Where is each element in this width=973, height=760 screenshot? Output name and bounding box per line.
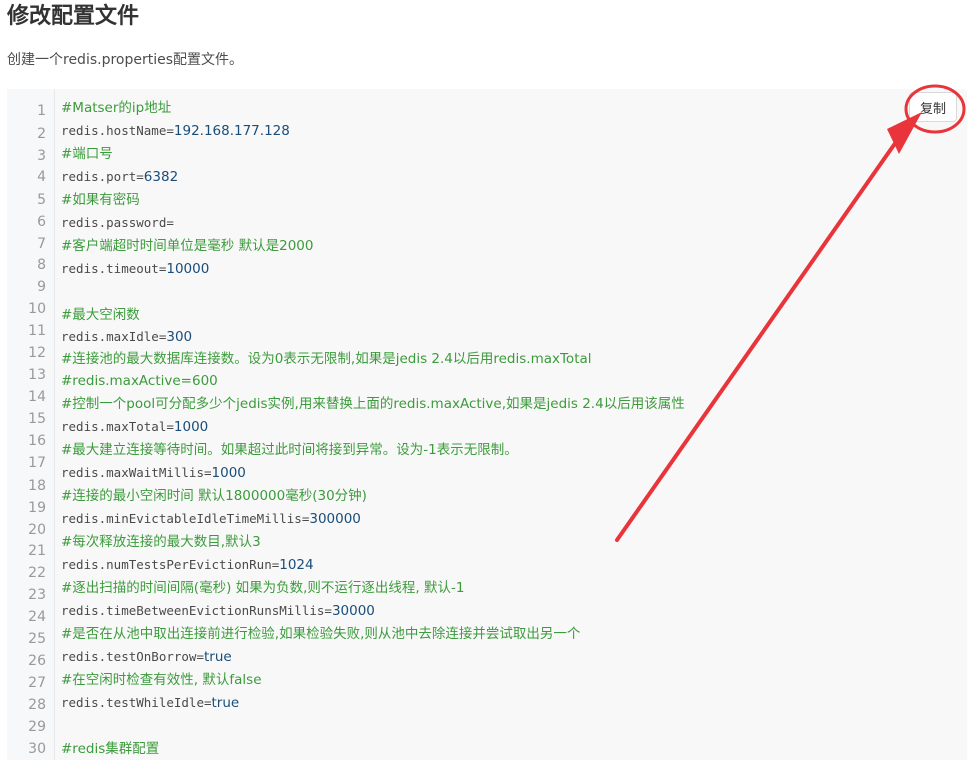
property-value: 1000 bbox=[211, 465, 246, 481]
code-comment-line: #逐出扫描的时间间隔(毫秒) 如果为负数,则不运行逐出线程, 默认-1 bbox=[61, 580, 465, 596]
line-number: 20 bbox=[28, 522, 46, 538]
line-number: 29 bbox=[28, 719, 46, 735]
line-number: 17 bbox=[28, 455, 46, 471]
property-key: redis.minEvictableIdleTimeMillis= bbox=[61, 511, 310, 526]
property-value: 30000 bbox=[331, 603, 375, 619]
line-number: 18 bbox=[28, 478, 46, 494]
code-comment-line: #客户端超时时间单位是毫秒 默认是2000 bbox=[61, 238, 314, 254]
code-line: redis.hostName=192.168.177.128 bbox=[61, 121, 290, 141]
property-key: redis.maxIdle= bbox=[61, 329, 167, 344]
line-number: 28 bbox=[28, 697, 46, 713]
code-line: redis.numTestsPerEvictionRun=1024 bbox=[61, 555, 314, 575]
line-number: 24 bbox=[28, 609, 46, 625]
line-number: 1 bbox=[37, 103, 46, 119]
line-number: 7 bbox=[37, 236, 46, 252]
line-number: 25 bbox=[28, 631, 46, 647]
line-number: 15 bbox=[28, 411, 46, 427]
code-comment-line: #在空闲时检查有效性, 默认false bbox=[61, 672, 262, 688]
line-number: 13 bbox=[28, 367, 46, 383]
code-comment-line: #最大空闲数 bbox=[61, 307, 140, 323]
line-number: 19 bbox=[28, 500, 46, 516]
property-key: redis.port= bbox=[61, 169, 144, 184]
property-key: redis.timeBetweenEvictionRunsMillis= bbox=[61, 603, 332, 618]
line-number: 27 bbox=[28, 675, 46, 691]
code-comment-line: #端口号 bbox=[61, 146, 113, 162]
line-number: 9 bbox=[37, 279, 46, 295]
line-number: 23 bbox=[28, 587, 46, 603]
property-value: 1024 bbox=[279, 557, 314, 573]
code-line: redis.timeBetweenEvictionRunsMillis=3000… bbox=[61, 601, 375, 621]
code-comment-line: #redis集群配置 bbox=[61, 741, 160, 757]
code-line: redis.port=6382 bbox=[61, 167, 178, 187]
property-key: redis.maxWaitMillis= bbox=[61, 465, 212, 480]
code-comment-line: #连接的最小空闲时间 默认1800000毫秒(30分钟) bbox=[61, 488, 367, 504]
line-number: 11 bbox=[28, 323, 46, 339]
property-key: redis.hostName= bbox=[61, 123, 174, 138]
property-key: redis.timeout= bbox=[61, 261, 167, 276]
code-comment-line: #连接池的最大数据库连接数。设为0表示无限制,如果是jedis 2.4以后用re… bbox=[61, 351, 592, 367]
code-line: redis.maxIdle=300 bbox=[61, 327, 192, 347]
code-comment-line: #最大建立连接等待时间。如果超过此时间将接到异常。设为-1表示无限制。 bbox=[61, 442, 518, 458]
property-key: redis.testOnBorrow= bbox=[61, 649, 204, 664]
property-value: true bbox=[211, 695, 240, 711]
copy-button[interactable]: 复制 bbox=[909, 92, 957, 122]
code-line: redis.timeout=10000 bbox=[61, 259, 209, 279]
code-comment-line: #如果有密码 bbox=[61, 192, 140, 208]
property-value: 6382 bbox=[143, 169, 179, 185]
line-number-gutter: 1 2 3 4 5 6 7 8 9 10 11 12 13 14 15 16 17 18 19 20 21 22 23 24 2… bbox=[7, 89, 55, 760]
code-comment-line: #Matser的ip地址 bbox=[61, 100, 172, 116]
property-key: redis.maxTotal= bbox=[61, 419, 174, 434]
property-key: redis.testWhileIdle= bbox=[61, 695, 212, 710]
property-value: 300000 bbox=[309, 511, 361, 527]
property-value: true bbox=[204, 649, 232, 665]
line-number: 12 bbox=[28, 345, 46, 361]
property-value: 1000 bbox=[173, 419, 209, 435]
line-number: 21 bbox=[28, 543, 46, 559]
property-value: 10000 bbox=[166, 261, 210, 277]
code-line: redis.testOnBorrow=true bbox=[61, 647, 232, 667]
code-line: redis.maxWaitMillis=1000 bbox=[61, 463, 246, 483]
code-line: redis.testWhileIdle=true bbox=[61, 693, 239, 713]
line-number: 22 bbox=[28, 565, 46, 581]
code-area[interactable]: #Matser的ip地址 redis.hostName=192.168.177.1… bbox=[55, 89, 967, 760]
line-number: 10 bbox=[28, 301, 46, 317]
line-number: 16 bbox=[28, 433, 46, 449]
code-line: redis.maxTotal=1000 bbox=[61, 417, 208, 437]
line-number: 5 bbox=[37, 192, 46, 208]
line-number: 30 bbox=[28, 741, 46, 757]
code-block: 1 2 3 4 5 6 7 8 9 10 11 12 13 14 15 16 17 18 19 20 21 22 23 24 2… bbox=[7, 89, 967, 760]
code-comment-line: #redis.maxActive=600 bbox=[61, 373, 218, 389]
code-comment-line: #是否在从池中取出连接前进行检验,如果检验失败,则从池中去除连接并尝试取出另一个 bbox=[61, 626, 581, 642]
intro-text: 创建一个redis.properties配置文件。 bbox=[7, 52, 244, 68]
line-number: 2 bbox=[37, 126, 46, 142]
property-key: redis.password= bbox=[61, 215, 174, 230]
code-comment-line: #每次释放连接的最大数目,默认3 bbox=[61, 534, 261, 550]
code-line: redis.password= bbox=[61, 213, 174, 233]
line-number: 4 bbox=[37, 169, 46, 185]
line-number: 14 bbox=[28, 389, 46, 405]
code-comment-line: #控制一个pool可分配多少个jedis实例,用来替换上面的redis.maxA… bbox=[61, 396, 685, 412]
line-number: 8 bbox=[37, 257, 46, 273]
line-number: 6 bbox=[37, 214, 46, 230]
line-number: 3 bbox=[37, 148, 46, 164]
code-line: redis.minEvictableIdleTimeMillis=300000 bbox=[61, 509, 361, 529]
line-number: 26 bbox=[28, 653, 46, 669]
page-title: 修改配置文件 bbox=[7, 4, 140, 29]
property-value: 300 bbox=[166, 329, 193, 345]
property-key: redis.numTestsPerEvictionRun= bbox=[61, 557, 280, 572]
property-value: 192.168.177.128 bbox=[173, 123, 290, 139]
